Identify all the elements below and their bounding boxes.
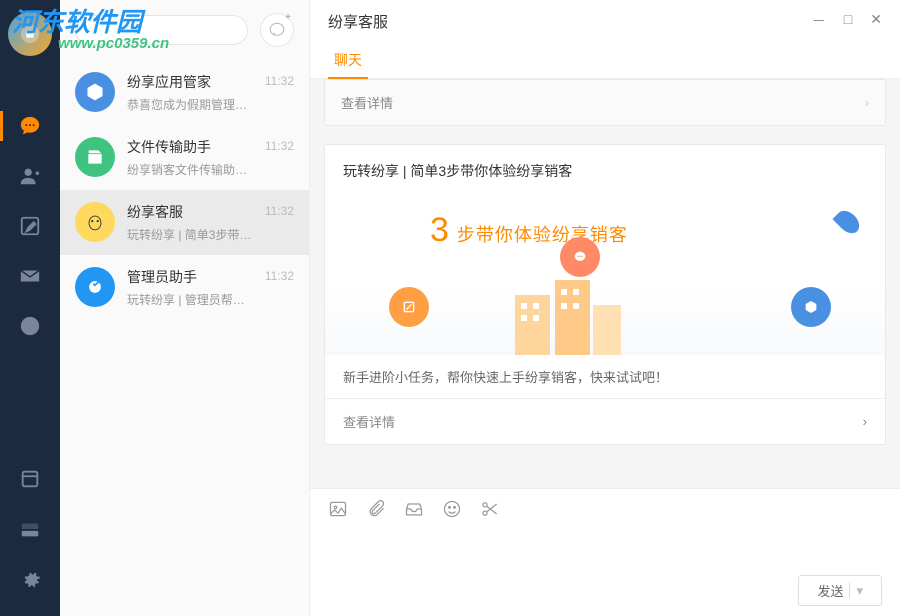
tab-chat[interactable]: 聊天 [328,42,368,78]
conversation-list: 纷享应用管家 恭喜您成为假期管理… 11:32 文件传输助手 纷享销客文件传输助… [60,60,309,616]
view-details-button[interactable]: 查看详情 › [324,79,886,126]
nav-contacts[interactable] [0,151,60,201]
conversation-item[interactable]: 管理员助手 玩转纷享 | 管理员帮… 11:32 [60,255,309,320]
dropdown-icon: ▾ [849,583,863,599]
window-minimize-button[interactable]: － [812,11,826,31]
app-logo[interactable] [8,12,52,56]
conversation-item[interactable]: 文件传输助手 纷享销客文件传输助… 11:32 [60,125,309,190]
emoji-icon[interactable] [442,499,462,519]
conversation-preview: 玩转纷享 | 简单3步带… [127,226,294,243]
nav-settings[interactable] [0,554,60,604]
chat-title: 纷享客服 [328,11,812,32]
avatar [75,267,115,307]
avatar [75,72,115,112]
inbox-icon[interactable] [404,499,424,519]
conversation-time: 11:32 [265,204,294,218]
avatar [75,137,115,177]
drop-icon [832,206,863,237]
chat-messages: 查看详情 › 玩转纷享 | 简单3步带你体验纷享销客 3 步带你体验纷享销客 [310,79,900,488]
nav-apps[interactable] [0,454,60,504]
conversation-panel: 纷享应用管家 恭喜您成为假期管理… 11:32 文件传输助手 纷享销客文件传输助… [60,0,310,616]
nav-drive[interactable] [0,504,60,554]
message-card: 玩转纷享 | 简单3步带你体验纷享销客 3 步带你体验纷享销客 [324,144,886,445]
nav-mail[interactable] [0,251,60,301]
search-input[interactable] [75,15,248,45]
card-view-details-button[interactable]: 查看详情 › [325,398,885,444]
attachment-icon[interactable] [366,499,386,519]
window-close-button[interactable]: ✕ [870,11,882,31]
scissors-icon[interactable] [480,499,500,519]
avatar [75,202,115,242]
orb-icon [560,237,600,277]
card-description: 新手进阶小任务，帮你快速上手纷享销客，快来试试吧！ [325,355,885,398]
nav-compose[interactable] [0,201,60,251]
conversation-time: 11:32 [265,139,294,153]
chat-tabs: 聊天 [310,42,900,79]
nav-stats[interactable] [0,301,60,351]
conversation-preview: 恭喜您成为假期管理… [127,96,294,113]
orb-icon [389,287,429,327]
conversation-preview: 玩转纷享 | 管理员帮… [127,291,294,308]
conversation-time: 11:32 [265,269,294,283]
conversation-item[interactable]: 纷享客服 玩转纷享 | 简单3步带… 11:32 [60,190,309,255]
chat-input-area: 发送 ▾ [310,488,900,616]
orb-icon [791,287,831,327]
chevron-right-icon: › [865,95,869,110]
chevron-right-icon: › [863,414,867,429]
nav-sidebar [0,0,60,616]
nav-chat[interactable] [0,101,60,151]
buildings-icon [505,275,625,355]
conversation-time: 11:32 [265,74,294,88]
card-illustration: 3 步带你体验纷享销客 [325,191,885,355]
conversation-item[interactable]: 纷享应用管家 恭喜您成为假期管理… 11:32 [60,60,309,125]
image-icon[interactable] [328,499,348,519]
window-maximize-button[interactable]: □ [844,11,852,31]
conversation-preview: 纷享销客文件传输助… [127,161,294,178]
send-button[interactable]: 发送 ▾ [798,575,882,606]
chat-panel: 纷享客服 － □ ✕ 聊天 查看详情 › 玩转纷享 | 简单3步带你体验纷享销客… [310,0,900,616]
new-chat-button[interactable] [260,13,294,47]
card-title: 玩转纷享 | 简单3步带你体验纷享销客 [325,145,885,191]
